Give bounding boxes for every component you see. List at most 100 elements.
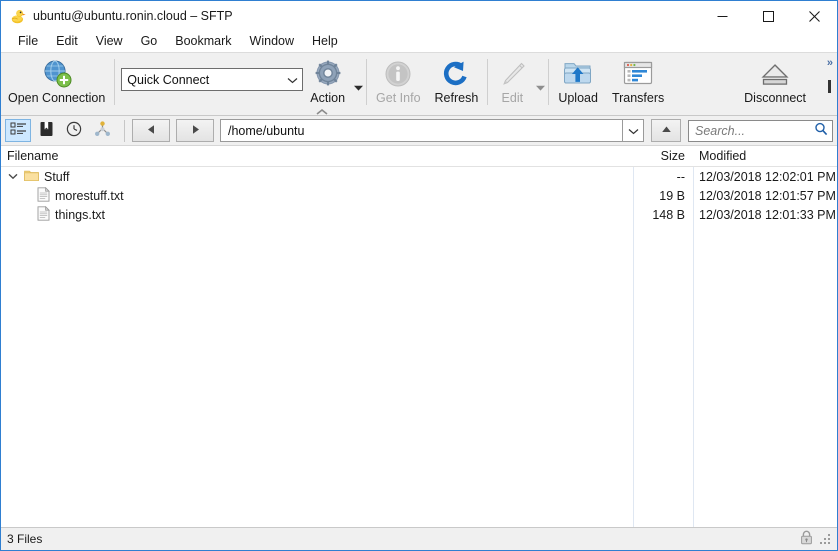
edit-button[interactable]: Edit [490,55,534,111]
column-header-modified[interactable]: Modified [699,149,746,163]
toolbar-separator-2 [366,59,368,105]
bonjour-view-toggle[interactable] [89,119,115,142]
column-headers: Filename Size Modified [1,146,837,167]
path-input[interactable]: /home/ubuntu [220,119,622,142]
list-view-icon [10,122,27,140]
toolbar-edge-handle [828,80,831,93]
file-size: 148 B [652,207,685,222]
file-name: Stuff [44,169,70,184]
bookmark-book-icon [39,121,54,140]
row-name-cell[interactable]: things.txt [1,205,106,224]
window-title: ubuntu@ubuntu.ronin.cloud – SFTP [33,9,233,23]
globe-plus-icon [41,58,73,90]
upload-button[interactable]: Upload [551,55,605,111]
info-icon [383,58,413,90]
edit-dropdown-icon[interactable] [534,85,546,91]
duck-icon [9,8,26,25]
search-icon[interactable] [814,122,828,139]
table-row[interactable]: things.txt 148 B 12/03/2018 12:01:33 PM [1,205,837,224]
menu-bookmark[interactable]: Bookmark [166,32,240,51]
column-header-filename[interactable]: Filename [7,149,58,163]
pencil-icon [497,58,527,90]
padlock-icon[interactable] [800,530,813,548]
window-controls [699,1,837,31]
action-button[interactable]: Action [303,55,352,111]
toolbar-overflow-chevron[interactable]: » [827,57,833,69]
history-view-toggle[interactable] [61,119,87,142]
refresh-label: Refresh [434,91,479,105]
status-bar: 3 Files [1,528,837,550]
file-modified: 12/03/2018 12:01:33 PM [699,207,836,222]
row-name-cell[interactable]: morestuff.txt [1,186,124,205]
file-list: Stuff -- 12/03/2018 12:02:01 PM morestuf… [1,167,837,224]
cyberduck-window: ubuntu@ubuntu.ronin.cloud – SFTP File Ed… [0,0,838,551]
title-bar-left: ubuntu@ubuntu.ronin.cloud – SFTP [1,8,233,25]
action-label: Action [310,91,346,105]
toolbar-separator-3 [487,59,489,105]
browser-view-toggle[interactable] [5,119,31,142]
quick-connect-value: Quick Connect [127,72,210,87]
get-info-label: Get Info [376,91,421,105]
get-info-button[interactable]: Get Info [369,55,427,111]
quick-connect-group: Quick Connect [121,55,304,91]
file-modified: 12/03/2018 12:01:57 PM [699,188,836,203]
table-row[interactable]: Stuff -- 12/03/2018 12:02:01 PM [1,167,837,186]
open-connection-button[interactable]: Open Connection [1,55,112,111]
refresh-icon [441,58,471,90]
upload-folder-icon [562,58,594,90]
file-size: -- [676,169,685,184]
refresh-button[interactable]: Refresh [428,55,486,111]
open-connection-label: Open Connection [8,91,106,105]
back-button[interactable] [132,119,170,142]
upload-label: Upload [558,91,598,105]
arrow-right-icon [190,124,201,138]
file-modified: 12/03/2018 12:02:01 PM [699,169,836,184]
status-file-count: 3 Files [7,532,43,546]
chevron-down-icon[interactable] [7,171,19,183]
toolbar-separator-4 [548,59,550,105]
search-input[interactable]: Search... [688,119,833,142]
bookmarks-view-toggle[interactable] [33,119,59,142]
action-dropdown-icon[interactable] [352,85,364,91]
maximize-button[interactable] [745,1,791,31]
menu-edit[interactable]: Edit [47,32,87,51]
file-name: morestuff.txt [55,188,124,203]
gear-icon [312,58,344,90]
file-browser: Filename Size Modified Stuff -- 12/03/20… [1,146,837,528]
menu-go[interactable]: Go [132,32,167,51]
chevron-down-icon[interactable] [287,73,298,87]
file-name: things.txt [55,207,106,222]
quick-connect-input[interactable]: Quick Connect [121,68,304,91]
document-icon [37,186,50,205]
path-value: /home/ubuntu [228,123,305,138]
transfers-button[interactable]: Transfers [605,55,671,111]
forward-button[interactable] [176,119,214,142]
search-placeholder: Search... [695,123,746,138]
disconnect-label: Disconnect [744,91,806,105]
table-row[interactable]: morestuff.txt 19 B 12/03/2018 12:01:57 P… [1,186,837,205]
close-button[interactable] [791,1,837,31]
arrow-up-icon [661,124,672,138]
menu-bar: File Edit View Go Bookmark Window Help [1,31,837,52]
folder-icon [24,169,39,185]
navbar-separator [124,119,125,142]
minimize-button[interactable] [699,1,745,31]
column-header-size[interactable]: Size [633,149,685,163]
menu-window[interactable]: Window [241,32,303,51]
menu-file[interactable]: File [9,32,47,51]
main-toolbar: Open Connection Quick Connect Action Get… [1,52,837,116]
path-dropdown-button[interactable] [622,119,644,142]
parent-directory-button[interactable] [651,119,681,142]
resize-grip-icon[interactable] [820,533,831,545]
chevron-up-icon[interactable] [314,107,330,117]
menu-help[interactable]: Help [303,32,347,51]
menu-view[interactable]: View [87,32,132,51]
row-name-cell[interactable]: Stuff [1,169,69,185]
document-icon [37,205,50,224]
status-bar-right [800,530,831,548]
transfers-label: Transfers [611,91,665,105]
disconnect-button[interactable]: Disconnect [737,55,813,111]
arrow-left-icon [146,124,157,138]
clock-icon [66,121,82,140]
chevron-down-icon [628,124,639,138]
